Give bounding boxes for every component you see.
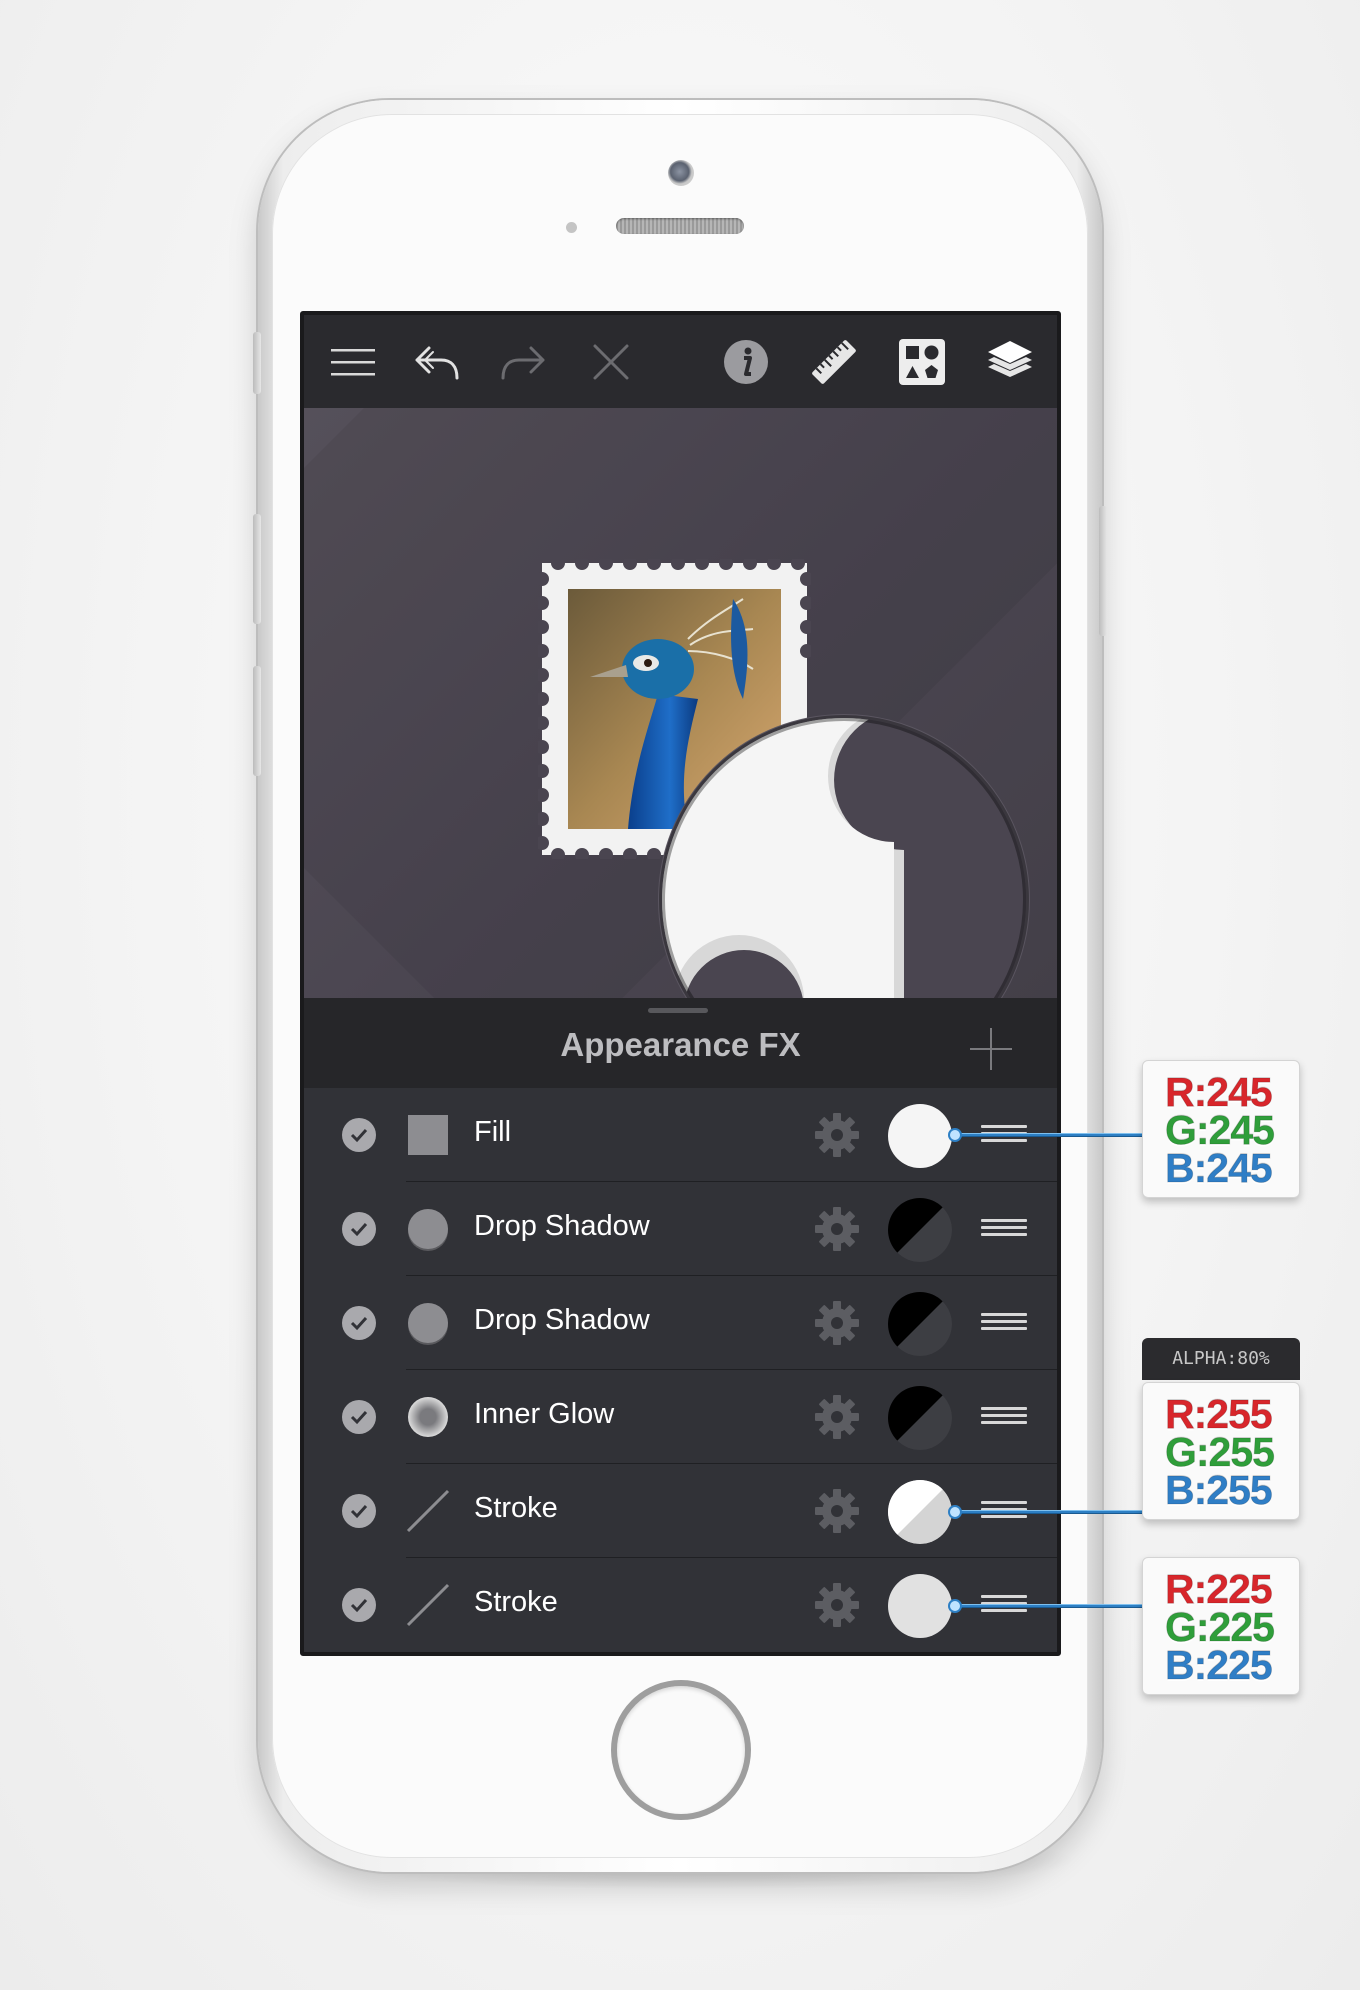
checkmark-icon — [350, 1222, 368, 1237]
effect-row-stroke[interactable]: Stroke — [304, 1558, 1057, 1652]
effect-name: Drop Shadow — [474, 1210, 650, 1242]
menu-icon — [331, 349, 375, 376]
redo-icon — [501, 346, 545, 380]
stroke-line-icon — [406, 1489, 450, 1533]
effect-name: Stroke — [474, 1586, 558, 1618]
stroke2-color-connector — [948, 1599, 1144, 1613]
blue-value: B:245 — [1165, 1145, 1274, 1191]
layers-icon — [988, 341, 1032, 377]
drop-shadow-circle-icon — [408, 1209, 448, 1251]
appearance-panel-header: Appearance FX — [304, 998, 1057, 1088]
effect-row-drop-shadow[interactable]: Drop Shadow — [304, 1182, 1057, 1276]
inner-glow-circle-icon — [408, 1397, 448, 1437]
reorder-handle-icon[interactable] — [981, 1313, 1027, 1333]
magnifier-loupe[interactable] — [654, 710, 1034, 998]
effect-enabled-checkbox[interactable] — [342, 1400, 376, 1434]
appearance-effects-list: Fill Drop Shadow Drop Shadow Inner Glow … — [304, 1088, 1057, 1652]
green-value: G:225 — [1165, 1604, 1276, 1650]
undo-button[interactable] — [408, 333, 466, 391]
checkmark-icon — [350, 1598, 368, 1613]
stroke-line-icon — [406, 1583, 450, 1627]
effect-name: Fill — [474, 1116, 512, 1148]
checkmark-icon — [350, 1128, 368, 1143]
gear-icon[interactable] — [814, 1112, 860, 1158]
reorder-handle-icon[interactable] — [981, 1407, 1027, 1427]
panel-drag-handle[interactable] — [648, 1008, 708, 1013]
effect-row-fill[interactable]: Fill — [304, 1088, 1057, 1182]
drop-shadow-circle-icon — [408, 1303, 448, 1345]
fill-rgb-callout: R:245 G:245 B:245 — [1142, 1060, 1300, 1198]
checkmark-icon — [350, 1504, 368, 1519]
home-button[interactable] — [611, 1680, 751, 1820]
effect-name: Stroke — [474, 1492, 558, 1524]
ruler-button[interactable] — [805, 333, 863, 391]
library-icon — [899, 339, 945, 385]
close-button[interactable] — [582, 333, 640, 391]
green-value: G:245 — [1165, 1107, 1276, 1153]
close-icon — [593, 344, 629, 380]
gear-icon[interactable] — [814, 1394, 860, 1440]
effect-enabled-checkbox[interactable] — [342, 1118, 376, 1152]
effect-enabled-checkbox[interactable] — [342, 1306, 376, 1340]
green-value: G:255 — [1165, 1429, 1276, 1475]
toolbar — [304, 315, 1057, 408]
effect-enabled-checkbox[interactable] — [342, 1494, 376, 1528]
ruler-icon — [812, 340, 856, 384]
info-icon — [724, 340, 768, 384]
red-value: R:255 — [1165, 1391, 1274, 1437]
proximity-sensor — [566, 222, 577, 233]
color-swatch[interactable] — [888, 1480, 952, 1544]
red-value: R:225 — [1165, 1566, 1274, 1612]
layers-button[interactable] — [981, 333, 1039, 391]
blue-value: B:225 — [1165, 1642, 1274, 1688]
color-swatch[interactable] — [888, 1574, 952, 1638]
alpha-label: ALPHA:80% — [1142, 1338, 1300, 1380]
artboard-canvas[interactable] — [304, 408, 1057, 998]
redo-button[interactable] — [494, 333, 552, 391]
gear-icon[interactable] — [814, 1206, 860, 1252]
menu-button[interactable] — [324, 333, 382, 391]
blue-value: B:255 — [1165, 1467, 1274, 1513]
undo-icon — [415, 346, 459, 380]
checkmark-icon — [350, 1410, 368, 1425]
effect-name: Inner Glow — [474, 1398, 615, 1430]
info-button[interactable] — [717, 333, 775, 391]
red-value: R:245 — [1165, 1069, 1274, 1115]
effect-enabled-checkbox[interactable] — [342, 1212, 376, 1246]
effect-name: Drop Shadow — [474, 1304, 650, 1336]
gear-icon[interactable] — [814, 1300, 860, 1346]
color-swatch[interactable] — [888, 1386, 952, 1450]
color-swatch[interactable] — [888, 1198, 952, 1262]
fill-square-icon — [408, 1115, 448, 1155]
color-swatch[interactable] — [888, 1292, 952, 1356]
power-button — [1099, 506, 1107, 636]
fill-color-connector — [948, 1128, 1144, 1142]
reorder-handle-icon[interactable] — [981, 1219, 1027, 1239]
effect-row-stroke[interactable]: Stroke — [304, 1464, 1057, 1558]
panel-title: Appearance FX — [560, 1026, 801, 1063]
color-swatch[interactable] — [888, 1104, 952, 1168]
effect-row-inner-glow[interactable]: Inner Glow — [304, 1370, 1057, 1464]
checkmark-icon — [350, 1316, 368, 1331]
effect-row-drop-shadow[interactable]: Drop Shadow — [304, 1276, 1057, 1370]
stroke1-color-connector — [948, 1505, 1144, 1519]
effect-enabled-checkbox[interactable] — [342, 1588, 376, 1622]
mute-switch — [253, 332, 261, 394]
gear-icon[interactable] — [814, 1488, 860, 1534]
volume-up-button — [253, 514, 261, 624]
add-effect-button[interactable] — [968, 1026, 1014, 1072]
front-camera — [668, 160, 694, 186]
stroke2-rgb-callout: R:225 G:225 B:225 — [1142, 1557, 1300, 1695]
gear-icon[interactable] — [814, 1582, 860, 1628]
volume-down-button — [253, 666, 261, 776]
stroke1-rgb-callout: R:255 G:255 B:255 — [1142, 1382, 1300, 1520]
earpiece-speaker — [616, 218, 744, 234]
app-screen: Appearance FX Fill Drop Shadow Drop Shad… — [300, 311, 1061, 1656]
library-button[interactable] — [893, 333, 951, 391]
